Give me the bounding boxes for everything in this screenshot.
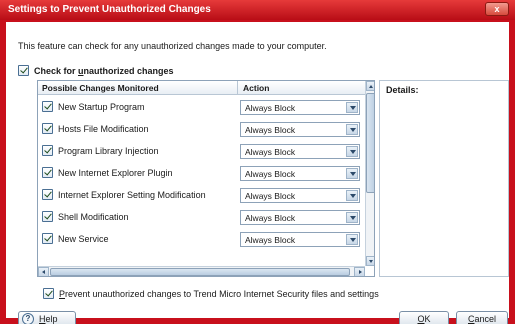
ok-button[interactable]: OK <box>399 311 449 324</box>
cancel-button[interactable]: Cancel <box>456 311 508 324</box>
vertical-scroll-thumb[interactable] <box>366 93 374 193</box>
table-row: Hosts File Modification Always Block <box>38 118 365 140</box>
action-dropdown[interactable]: Always Block <box>240 166 360 181</box>
action-value: Always Block <box>245 191 296 201</box>
close-button[interactable]: x <box>485 2 509 16</box>
row-checkbox[interactable] <box>42 167 53 178</box>
help-button[interactable]: ? Help <box>18 311 76 324</box>
help-post: elp <box>45 314 58 324</box>
prevent-changes-label-post: revent unauthorized changes to Trend Mic… <box>65 289 379 299</box>
title-bar[interactable]: Settings to Prevent Unauthorized Changes… <box>0 0 515 20</box>
action-dropdown[interactable]: Always Block <box>240 188 360 203</box>
scroll-up-icon[interactable] <box>366 81 374 91</box>
chevron-down-icon[interactable] <box>346 102 358 113</box>
action-value: Always Block <box>245 213 296 223</box>
chevron-down-icon[interactable] <box>346 190 358 201</box>
table-row: New Startup Program Always Block <box>38 96 365 118</box>
details-label: Details: <box>386 85 419 95</box>
row-label: Shell Modification <box>58 212 129 222</box>
action-dropdown[interactable]: Always Block <box>240 232 360 247</box>
chevron-down-icon[interactable] <box>346 212 358 223</box>
scroll-left-icon[interactable] <box>38 267 49 276</box>
check-unauthorized-label[interactable]: Check for unauthorized changes <box>34 66 174 76</box>
column-header-changes[interactable]: Possible Changes Monitored <box>42 83 159 93</box>
table-row: New Service Always Block <box>38 228 365 250</box>
row-label: Internet Explorer Setting Modification <box>58 190 206 200</box>
help-button-label: Help <box>39 312 58 324</box>
dialog-window: Settings to Prevent Unauthorized Changes… <box>0 0 515 324</box>
action-dropdown[interactable]: Always Block <box>240 210 360 225</box>
action-value: Always Block <box>245 125 296 135</box>
horizontal-scrollbar[interactable] <box>38 266 365 276</box>
row-checkbox[interactable] <box>42 145 53 156</box>
row-label: Program Library Injection <box>58 146 159 156</box>
table-row: Program Library Injection Always Block <box>38 140 365 162</box>
cancel-post: ancel <box>474 314 496 324</box>
row-checkbox[interactable] <box>42 233 53 244</box>
window-title: Settings to Prevent Unauthorized Changes <box>8 4 211 15</box>
check-unauthorized-label-pre: Check for <box>34 66 79 76</box>
row-label: Hosts File Modification <box>58 124 149 134</box>
table-header: Possible Changes Monitored Action <box>38 81 365 95</box>
row-label: New Startup Program <box>58 102 145 112</box>
changes-table: Possible Changes Monitored Action New St… <box>37 80 375 277</box>
chevron-down-icon[interactable] <box>346 234 358 245</box>
column-header-action[interactable]: Action <box>243 83 269 93</box>
ok-accel: O <box>417 314 425 324</box>
chevron-down-icon[interactable] <box>346 168 358 179</box>
prevent-changes-label[interactable]: Prevent unauthorized changes to Trend Mi… <box>59 289 379 299</box>
check-unauthorized-label-post: nauthorized changes <box>83 66 174 76</box>
scroll-right-icon[interactable] <box>354 267 365 276</box>
action-dropdown[interactable]: Always Block <box>240 122 360 137</box>
table-row: New Internet Explorer Plugin Always Bloc… <box>38 162 365 184</box>
action-value: Always Block <box>245 147 296 157</box>
action-value: Always Block <box>245 103 296 113</box>
details-panel: Details: <box>379 80 509 277</box>
prevent-changes-checkbox[interactable] <box>43 288 54 299</box>
row-label: New Service <box>58 234 109 244</box>
chevron-down-icon[interactable] <box>346 124 358 135</box>
row-checkbox[interactable] <box>42 189 53 200</box>
row-checkbox[interactable] <box>42 211 53 222</box>
action-dropdown[interactable]: Always Block <box>240 144 360 159</box>
scroll-down-icon[interactable] <box>366 256 374 266</box>
horizontal-scroll-thumb[interactable] <box>50 268 350 276</box>
column-divider[interactable] <box>237 81 238 95</box>
action-value: Always Block <box>245 235 296 245</box>
help-icon: ? <box>22 313 34 324</box>
dialog-client-area: This feature can check for any unauthori… <box>6 22 509 324</box>
check-unauthorized-checkbox[interactable] <box>18 65 29 76</box>
ok-post: K <box>424 314 431 324</box>
action-dropdown[interactable]: Always Block <box>240 100 360 115</box>
row-checkbox[interactable] <box>42 101 53 112</box>
intro-text: This feature can check for any unauthori… <box>18 41 327 51</box>
row-checkbox[interactable] <box>42 123 53 134</box>
table-row: Internet Explorer Setting Modification A… <box>38 184 365 206</box>
action-value: Always Block <box>245 169 296 179</box>
table-row: Shell Modification Always Block <box>38 206 365 228</box>
vertical-scrollbar[interactable] <box>365 81 374 266</box>
row-label: New Internet Explorer Plugin <box>58 168 173 178</box>
chevron-down-icon[interactable] <box>346 146 358 157</box>
